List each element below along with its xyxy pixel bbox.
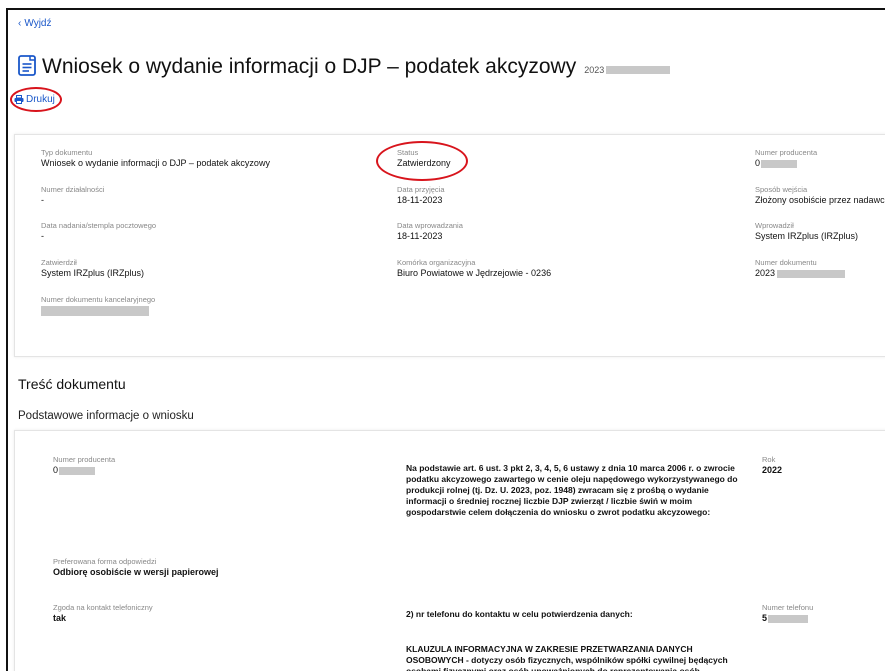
back-link[interactable]: ‹ Wyjdź: [18, 18, 51, 29]
redacted-block: [606, 66, 671, 74]
status-value: Zatwierdzony: [397, 158, 451, 168]
document-icon: [18, 55, 36, 76]
legal-basis-text: Na podstawie art. 6 ust. 3 pkt 2, 3, 4, …: [406, 463, 738, 517]
document-details-card: Typ dokumentu Wniosek o wydanie informac…: [14, 134, 885, 357]
redacted-block: [41, 305, 149, 316]
redacted-block: [777, 269, 846, 278]
field-zatwierdzil: Zatwierdził System IRZplus (IRZplus): [41, 258, 145, 278]
field-rok: Rok 2022: [762, 455, 783, 475]
printer-icon: [14, 95, 24, 104]
page-title-row: Wniosek o wydanie informacji o DJP – pod…: [18, 52, 671, 79]
field-wprowadzil: Wprowadził System IRZplus (IRZplus): [755, 221, 859, 241]
app-frame: ‹ Wyjdź Wniosek o wydanie informacji o DJ…: [6, 8, 885, 671]
field-sposob-wejscia: Sposób wejścia Złożony osobiście przez n…: [755, 185, 885, 205]
document-number-prefix: 2023: [584, 65, 605, 75]
redacted-block: [768, 614, 809, 623]
field-data-nadania: Data nadania/stempla pocztowego -: [41, 221, 157, 241]
section-title: Treść dokumentu: [18, 376, 126, 392]
phone-question-text: 2) nr telefonu do kontaktu w celu potwie…: [406, 609, 633, 619]
chevron-left-icon: ‹: [18, 18, 22, 29]
field-data-wprowadzania: Data wprowadzania 18-11-2023: [397, 221, 463, 241]
field-numer-telefonu: Numer telefonu 5: [762, 603, 814, 623]
field-zgoda-kontakt: Zgoda na kontakt telefoniczny tak: [53, 603, 153, 623]
subsection-title: Podstawowe informacje o wniosku: [18, 410, 194, 422]
gdpr-clause-text: KLAUZULA INFORMACYJNA W ZAKRESIE PRZETWA…: [406, 644, 728, 671]
page-title: Wniosek o wydanie informacji o DJP – pod…: [42, 55, 577, 78]
document-number-suffix: 2023: [584, 65, 671, 75]
field-numer-dokumentu: Numer dokumentu 2023: [755, 258, 846, 279]
redacted-block: [761, 159, 798, 168]
field-komorka-organizacyjna: Komórka organizacyjna Biuro Powiatowe w …: [397, 258, 552, 278]
field-data-przyjecia: Data przyjęcia 18-11-2023: [397, 185, 445, 205]
print-label: Drukuj: [26, 94, 55, 105]
field-numer-dzialalnosci: Numer działalności -: [41, 185, 105, 205]
print-button[interactable]: Drukuj: [14, 94, 55, 105]
field-content-numer-producenta: Numer producenta 0: [53, 455, 116, 475]
field-numer-producenta: Numer producenta 0: [755, 148, 818, 168]
redacted-block: [59, 466, 96, 475]
field-status: Status Zatwierdzony: [397, 148, 451, 168]
field-numer-kancelaryjny: Numer dokumentu kancelaryjnego: [41, 295, 155, 316]
field-typ-dokumentu: Typ dokumentu Wniosek o wydanie informac…: [41, 148, 270, 168]
application-info-card: Numer producenta 0 Na podstawie art. 6 u…: [14, 430, 885, 671]
field-forma-odpowiedzi: Preferowana forma odpowiedzi Odbiorę oso…: [53, 557, 219, 577]
back-label: Wyjdź: [24, 18, 52, 29]
